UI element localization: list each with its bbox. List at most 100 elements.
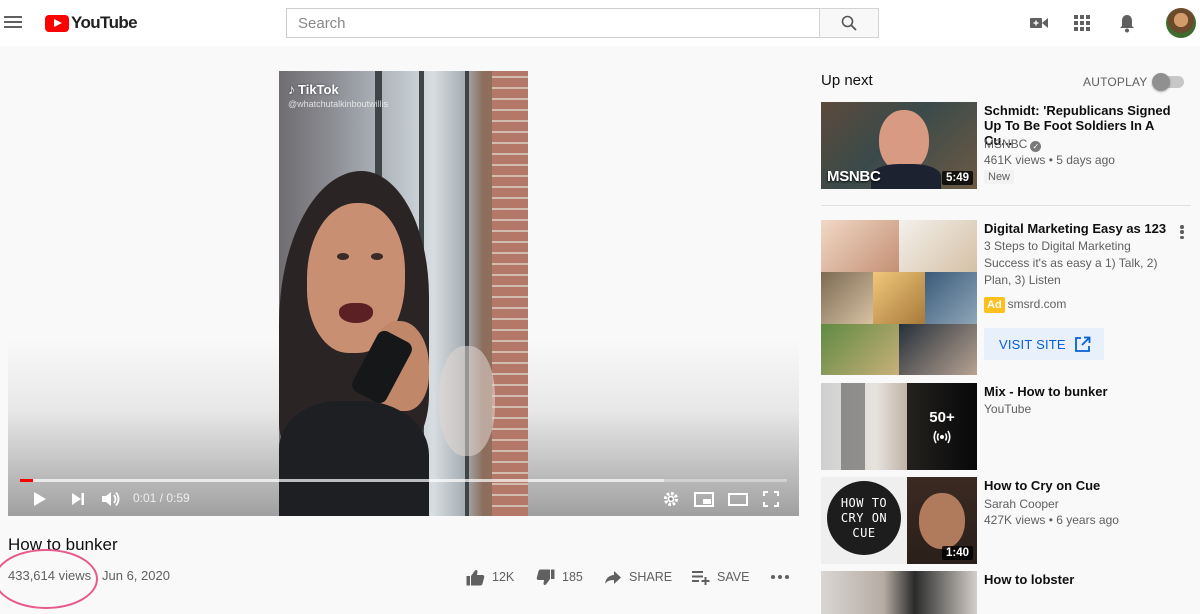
logo-text: YouTube: [71, 13, 138, 32]
save-label: SAVE: [717, 570, 750, 584]
settings-button[interactable]: [660, 488, 682, 510]
autoplay-toggle[interactable]: [1152, 73, 1184, 91]
volume-icon: [102, 491, 120, 507]
video-title[interactable]: How to Cry on Cue: [984, 478, 1180, 493]
save-button[interactable]: SAVE: [692, 567, 749, 587]
up-next-video-card[interactable]: MSNBC 5:49 Schmidt: 'Republicans Signed …: [821, 102, 1191, 194]
theater-mode-button[interactable]: [726, 488, 750, 510]
search-box: [286, 8, 819, 38]
bell-icon: [1120, 14, 1134, 32]
avatar[interactable]: [1166, 8, 1196, 38]
play-button[interactable]: [30, 488, 50, 510]
tiktok-note-icon: ♪: [288, 81, 295, 97]
video-title[interactable]: Mix - How to bunker: [984, 384, 1180, 399]
channel-name[interactable]: MSNBC ✓: [984, 136, 1042, 152]
ad-badge: Ad: [984, 297, 1005, 313]
video-frame: ♪ TikTok @whatchutalkinboutwillis: [279, 71, 528, 516]
menu-icon[interactable]: [4, 12, 22, 34]
more-icon: [771, 575, 789, 579]
video-thumbnail[interactable]: MSNBC 5:49: [821, 102, 977, 189]
thumbs-down-icon: [536, 569, 555, 585]
ad-menu-button[interactable]: [1178, 222, 1186, 242]
anchor-face: [879, 110, 929, 172]
autoplay-label: AUTOPLAY: [1083, 75, 1148, 89]
youtube-play-logo-icon: [45, 14, 69, 32]
divider: [821, 205, 1191, 206]
apps-button[interactable]: [1071, 12, 1093, 34]
video-thumbnail[interactable]: HOW TO CRY ON CUE 1:40: [821, 477, 977, 564]
tiktok-handle: @whatchutalkinboutwillis: [288, 99, 389, 109]
annotation-circle: [0, 549, 98, 609]
up-next-video-card[interactable]: How to lobster: [821, 571, 1191, 614]
dislike-button[interactable]: 185: [536, 567, 583, 587]
mute-button[interactable]: [100, 488, 122, 510]
notifications-button[interactable]: [1116, 12, 1138, 34]
channel-label: MSNBC: [984, 137, 1028, 151]
create-video-button[interactable]: [1028, 12, 1050, 34]
next-button[interactable]: [68, 488, 88, 510]
ad-domain[interactable]: smsrd.com: [1008, 297, 1067, 311]
share-icon: [605, 570, 621, 584]
verified-icon: ✓: [1030, 141, 1042, 152]
buffered-bar: [20, 479, 665, 482]
up-next-heading: Up next: [821, 72, 873, 89]
radio-icon: [933, 430, 951, 444]
youtube-logo[interactable]: YouTube: [45, 11, 138, 35]
ad-description: 3 Steps to Digital Marketing Success it'…: [984, 239, 1158, 287]
video-title[interactable]: How to lobster: [984, 572, 1180, 587]
time-display: 0:01 / 0:59: [133, 491, 190, 505]
like-button[interactable]: 12K: [466, 567, 514, 587]
share-label: SHARE: [629, 570, 673, 584]
like-count: 12K: [492, 570, 515, 584]
video-thumbnail[interactable]: [821, 571, 977, 614]
visit-site-label: VISIT SITE: [999, 336, 1066, 352]
video-player[interactable]: ♪ TikTok @whatchutalkinboutwillis 0:01 /…: [8, 60, 799, 516]
search-input[interactable]: [287, 9, 819, 37]
dislike-count: 185: [562, 570, 583, 584]
video-meta: 461K views • 5 days ago: [984, 153, 1115, 167]
thumb-text-circle: HOW TO CRY ON CUE: [827, 481, 901, 555]
duration-badge: 1:40: [941, 546, 973, 560]
channel-name[interactable]: Sarah Cooper: [984, 496, 1059, 512]
video-camera-icon: [1030, 18, 1048, 28]
visit-site-button[interactable]: VISIT SITE: [984, 328, 1104, 360]
upload-date: Jun 6, 2020: [102, 568, 170, 583]
miniplayer-icon: [694, 491, 714, 507]
apps-grid-icon: [1074, 15, 1090, 31]
mix-overlay: 50+: [907, 383, 977, 470]
add-to-playlist-icon: [692, 570, 710, 585]
msnbc-thumb-logo: MSNBC: [827, 168, 881, 185]
more-actions-button[interactable]: [771, 567, 789, 587]
person-face: [919, 493, 965, 549]
ad-source: Ad smsrd.com: [984, 296, 1066, 313]
theater-icon: [728, 492, 748, 506]
tiktok-watermark: ♪ TikTok: [288, 81, 339, 97]
played-bar: [20, 479, 34, 482]
mix-thumbnail[interactable]: 50+: [821, 383, 977, 470]
miniplayer-button[interactable]: [692, 488, 716, 510]
fullscreen-icon: [763, 491, 779, 507]
masthead: YouTube: [0, 0, 1200, 46]
thumbs-up-icon: [466, 569, 485, 585]
up-next-video-card[interactable]: HOW TO CRY ON CUE 1:40 How to Cry on Cue…: [821, 477, 1191, 564]
mix-count: 50+: [929, 409, 955, 426]
ad-thumbnail[interactable]: [821, 220, 977, 375]
external-link-icon: [1074, 336, 1091, 352]
channel-name[interactable]: YouTube: [984, 401, 1031, 417]
ad-title[interactable]: Digital Marketing Easy as 123: [984, 221, 1180, 236]
tiktok-brand: TikTok: [298, 81, 339, 97]
video-meta: 427K views • 6 years ago: [984, 513, 1119, 527]
brick-wall: [492, 71, 528, 516]
progress-bar[interactable]: [20, 479, 787, 482]
settings-icon: [663, 491, 679, 507]
search-button[interactable]: [819, 8, 879, 38]
next-icon: [72, 493, 84, 505]
new-badge: New: [984, 170, 1015, 184]
play-icon: [34, 492, 46, 506]
search-icon: [841, 15, 857, 31]
mix-playlist-card[interactable]: 50+ Mix - How to bunker YouTube: [821, 383, 1191, 470]
thumb-text: HOW TO CRY ON CUE: [840, 495, 888, 540]
fullscreen-button[interactable]: [760, 488, 782, 510]
share-button[interactable]: SHARE: [604, 567, 672, 587]
duration-badge: 5:49: [941, 171, 973, 185]
